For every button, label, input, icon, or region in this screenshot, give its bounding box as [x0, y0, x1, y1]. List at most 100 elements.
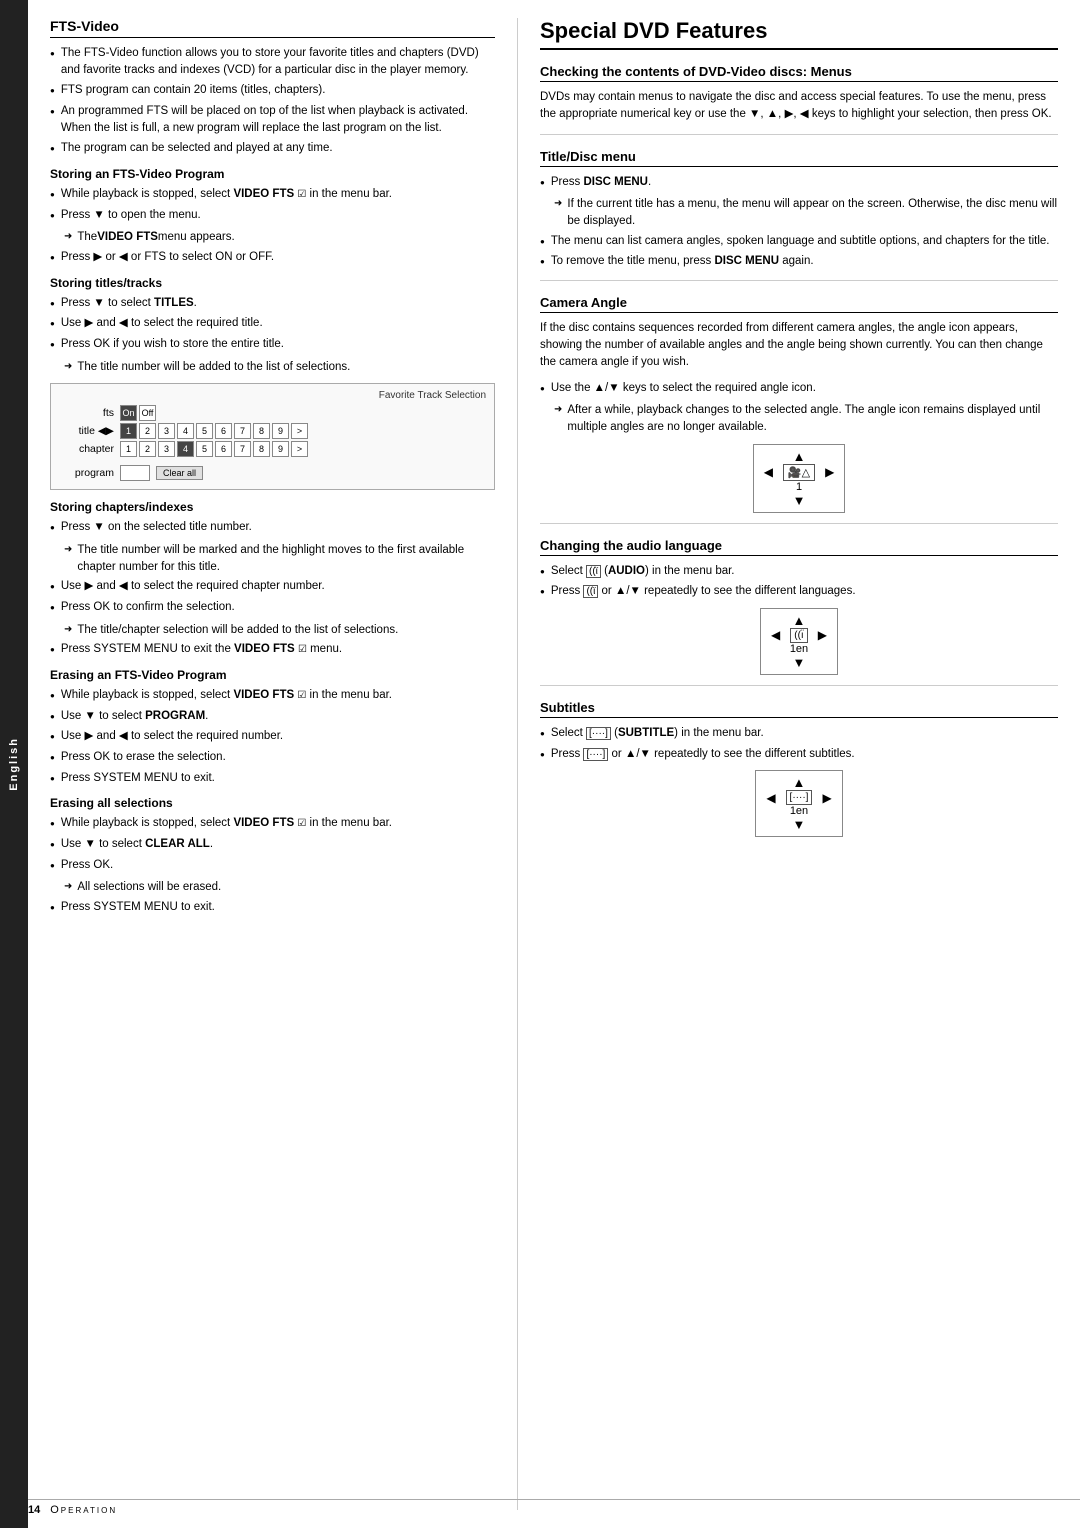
camera-angle-list: Use the ▲/▼ keys to select the required …: [540, 380, 1058, 397]
divider: [540, 685, 1058, 686]
nav-row: ◀ [····] ▶: [766, 790, 831, 805]
nav-right-icon: ▶: [825, 465, 834, 479]
content-area: FTS-Video The FTS-Video function allows …: [28, 0, 1080, 1528]
fts-video-title: FTS-Video: [50, 18, 495, 38]
fts-cell: >: [291, 423, 308, 439]
right-column: Special DVD Features Checking the conten…: [518, 18, 1080, 1510]
fts-cell: 2: [139, 441, 156, 457]
fts-cell: 5: [196, 441, 213, 457]
storing-fts-list2: Press ▶ or ◀ or FTS to select ON or OFF.: [50, 249, 495, 266]
fts-cell-on: On: [120, 405, 137, 421]
audio-icon-symbol: ((ı̈: [790, 628, 807, 643]
fts-cell: 4: [177, 441, 194, 457]
fts-cell: 2: [139, 423, 156, 439]
divider: [540, 280, 1058, 281]
fts-cell: 8: [253, 423, 270, 439]
audio-nav: ▲ ◀ ((ı̈ ▶ 1en ▼: [760, 608, 838, 675]
list-item: An programmed FTS will be placed on top …: [50, 103, 495, 136]
list-item: Press DISC MENU.: [540, 174, 1058, 191]
title-disc-menu-list: Press DISC MENU.: [540, 174, 1058, 191]
storing-titles-heading: Storing titles/tracks: [50, 276, 495, 290]
fts-cell: 3: [158, 423, 175, 439]
nav-up-arrow: ▲: [764, 449, 835, 464]
subtitle-icon-symbol: [····]: [786, 790, 813, 805]
arrow-item: The VIDEO FTS menu appears.: [64, 229, 495, 246]
list-item: Use the ▲/▼ keys to select the required …: [540, 380, 1058, 397]
fts-cell: 7: [234, 423, 251, 439]
nav-left-icon: ◀: [766, 791, 775, 805]
list-item: Press OK to confirm the selection.: [50, 599, 495, 616]
divider: [540, 523, 1058, 524]
list-item: The program can be selected and played a…: [50, 140, 495, 157]
list-item: FTS program can contain 20 items (titles…: [50, 82, 495, 99]
list-item: To remove the title menu, press DISC MEN…: [540, 253, 1058, 270]
fts-cell: 3: [158, 441, 175, 457]
title-disc-menu-list2: The menu can list camera angles, spoken …: [540, 233, 1058, 270]
storing-chapters-list2: Use ▶ and ◀ to select the required chapt…: [50, 578, 495, 615]
list-item: Use ▼ to select PROGRAM.: [50, 708, 495, 725]
fts-cell: 1: [120, 441, 137, 457]
list-item: The menu can list camera angles, spoken …: [540, 233, 1058, 250]
list-item: Use ▶ and ◀ to select the required numbe…: [50, 728, 495, 745]
nav-center-label: 1en: [771, 643, 827, 655]
fts-intro-list: The FTS-Video function allows you to sto…: [50, 45, 495, 157]
list-item: Press SYSTEM MENU to exit.: [50, 899, 495, 916]
nav-up-arrow: ▲: [771, 613, 827, 628]
nav-left-icon: ◀: [771, 628, 780, 642]
list-item: Press SYSTEM MENU to exit the VIDEO FTS …: [50, 641, 495, 658]
fts-cell: 6: [215, 441, 232, 457]
camera-angle-intro: If the disc contains sequences recorded …: [540, 320, 1058, 372]
fts-cell: 4: [177, 423, 194, 439]
title-disc-menu-heading: Title/Disc menu: [540, 149, 1058, 167]
page: English FTS-Video The FTS-Video function…: [0, 0, 1080, 1528]
nav-down-arrow: ▼: [764, 493, 835, 508]
list-item: Use ▼ to select CLEAR ALL.: [50, 836, 495, 853]
fts-label-fts: fts: [59, 407, 114, 419]
arrow-item: The title number will be marked and the …: [64, 542, 495, 575]
list-item: While playback is stopped, select VIDEO …: [50, 815, 495, 832]
audio-icon-box: ▲ ◀ ((ı̈ ▶ 1en ▼: [540, 608, 1058, 675]
camera-icon-symbol: 🎥△: [783, 464, 815, 481]
fts-program-label: program: [59, 467, 114, 479]
fts-clear-all-button[interactable]: Clear all: [156, 466, 203, 480]
fts-program-row: program Clear all: [59, 465, 486, 481]
arrow-item: All selections will be erased.: [64, 879, 495, 896]
arrow-item: The title number will be added to the li…: [64, 359, 495, 376]
storing-chapters-list: Press ▼ on the selected title number.: [50, 519, 495, 536]
subtitle-icon-box: ▲ ◀ [····] ▶ 1en ▼: [540, 770, 1058, 837]
camera-angle-nav: ▲ ◀ 🎥△ ▶ 1 ▼: [753, 444, 846, 513]
nav-left-icon: ◀: [764, 465, 773, 479]
fts-cells-chapter: 1 2 3 4 5 6 7 8 9 >: [120, 441, 308, 457]
nav-right-icon: ▶: [822, 791, 831, 805]
list-item: Press OK.: [50, 857, 495, 874]
fts-cell: 7: [234, 441, 251, 457]
nav-row: ◀ 🎥△ ▶: [764, 464, 835, 481]
subtitle-nav: ▲ ◀ [····] ▶ 1en ▼: [755, 770, 842, 837]
erasing-all-heading: Erasing all selections: [50, 796, 495, 810]
fts-row-title: title ◀▶ 1 2 3 4 5 6 7 8 9 >: [59, 423, 486, 439]
erasing-all-list2: Press SYSTEM MENU to exit.: [50, 899, 495, 916]
nav-center-label: 1en: [766, 805, 831, 817]
erasing-fts-heading: Erasing an FTS-Video Program: [50, 668, 495, 682]
erasing-fts-list: While playback is stopped, select VIDEO …: [50, 687, 495, 786]
fts-label-chapter: chapter: [59, 443, 114, 455]
camera-angle-icon-box: ▲ ◀ 🎥△ ▶ 1 ▼: [540, 444, 1058, 513]
storing-fts-list: While playback is stopped, select VIDEO …: [50, 186, 495, 223]
fts-row-onoff: fts On Off: [59, 405, 486, 421]
subtitles-list: Select [····] (SUBTITLE) in the menu bar…: [540, 725, 1058, 762]
list-item: Select [····] (SUBTITLE) in the menu bar…: [540, 725, 1058, 742]
fts-cells-onoff: On Off: [120, 405, 156, 421]
storing-fts-heading: Storing an FTS-Video Program: [50, 167, 495, 181]
fts-cell: 1: [120, 423, 137, 439]
fts-cell: 9: [272, 441, 289, 457]
footer-section: Operation: [50, 1504, 117, 1516]
fts-label-title: title ◀▶: [59, 425, 114, 437]
list-item: The FTS-Video function allows you to sto…: [50, 45, 495, 78]
list-item: Use ▶ and ◀ to select the required chapt…: [50, 578, 495, 595]
footer-page-number: 14: [28, 1504, 40, 1516]
list-item: While playback is stopped, select VIDEO …: [50, 687, 495, 704]
erasing-all-list: While playback is stopped, select VIDEO …: [50, 815, 495, 873]
list-item: Press ▼ on the selected title number.: [50, 519, 495, 536]
nav-center-label: 1: [764, 481, 835, 493]
storing-chapters-list3: Press SYSTEM MENU to exit the VIDEO FTS …: [50, 641, 495, 658]
